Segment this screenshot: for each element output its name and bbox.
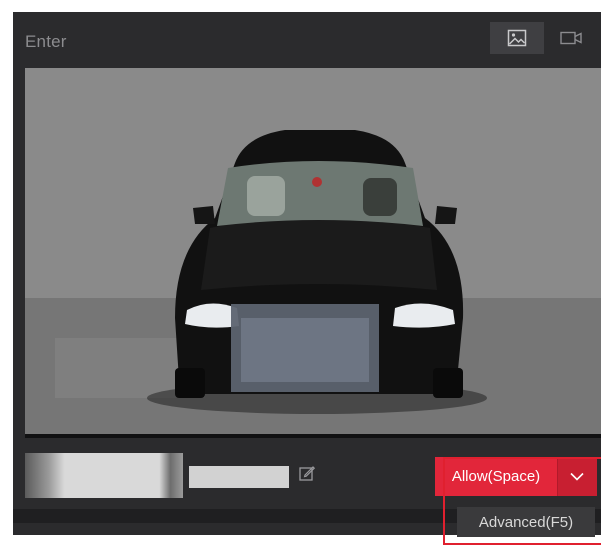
camera-snapshot: [25, 68, 601, 434]
allow-options-dropdown[interactable]: [557, 457, 597, 496]
menu-item-advanced[interactable]: Advanced(F5): [457, 507, 595, 537]
allow-button[interactable]: Allow(Space): [435, 457, 557, 496]
vehicle-image: [25, 68, 601, 434]
dropdown-separator: [557, 457, 558, 496]
plate-number-field: [189, 466, 289, 488]
video-mode-button[interactable]: [544, 22, 598, 54]
plate-thumbnail: [25, 453, 183, 498]
snapshot-divider: [25, 434, 601, 438]
panel-title: Enter: [25, 32, 67, 51]
image-icon: [507, 29, 527, 47]
chevron-down-icon: [570, 472, 584, 481]
image-mode-button[interactable]: [490, 22, 544, 54]
video-camera-icon: [560, 31, 582, 45]
entrance-panel: Enter Allow(Space) Advanced(F5): [13, 12, 601, 545]
edit-icon: [299, 466, 315, 481]
edit-plate-button[interactable]: [297, 463, 317, 483]
